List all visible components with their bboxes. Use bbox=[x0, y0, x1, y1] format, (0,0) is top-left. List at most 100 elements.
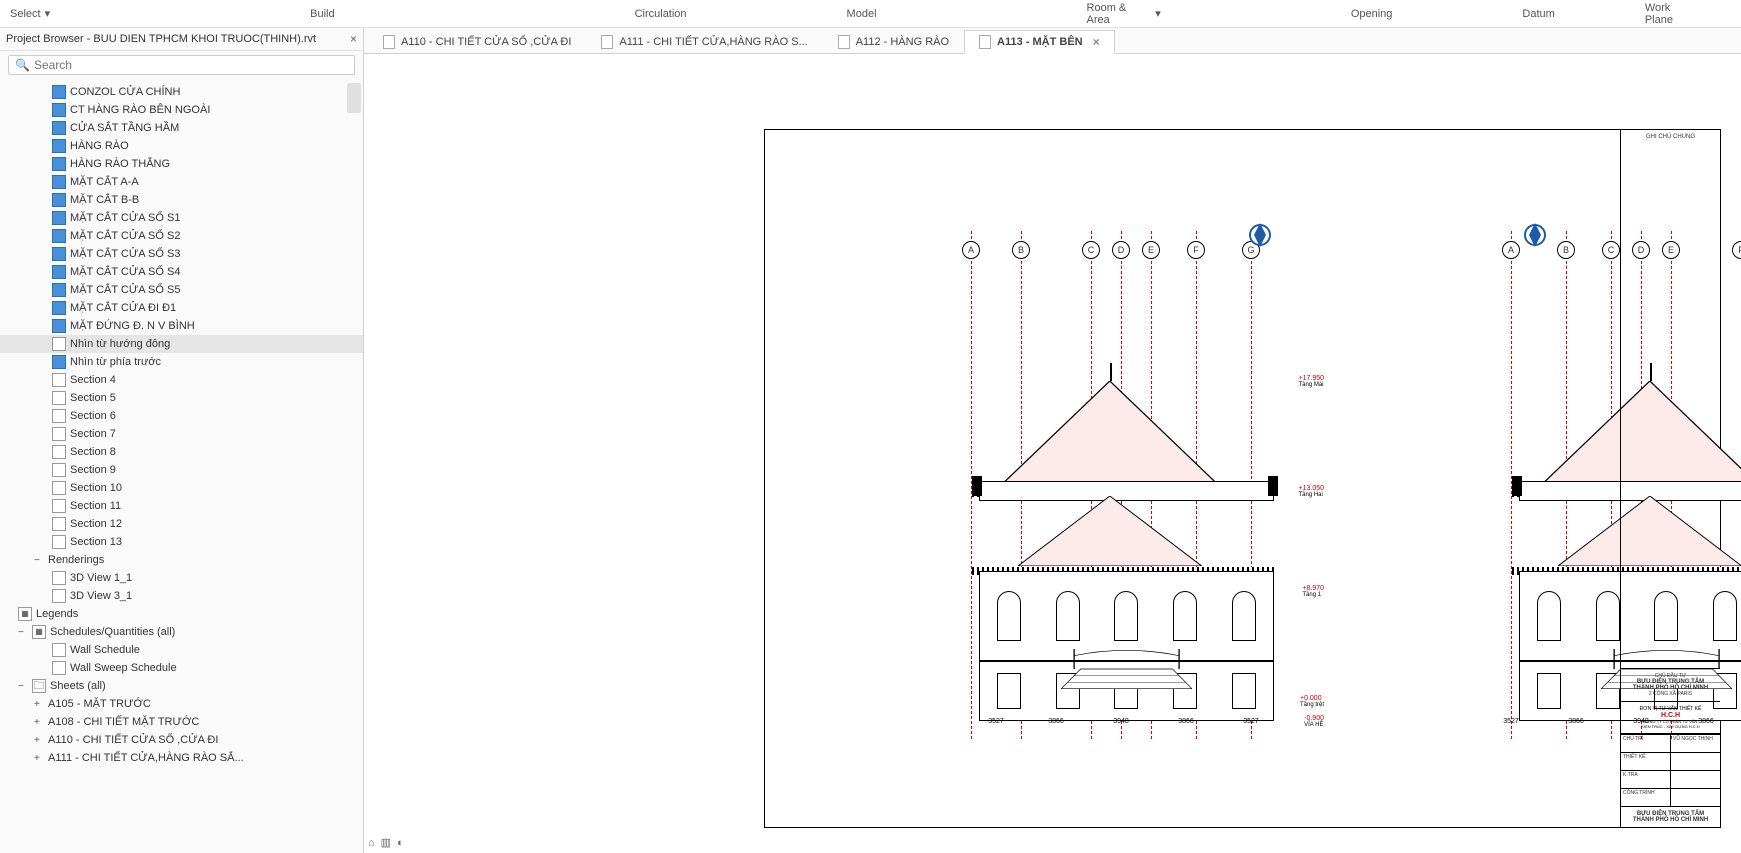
ribbon-room-area[interactable]: Room & Area▾ bbox=[917, 2, 1201, 26]
collapse-icon[interactable]: − bbox=[18, 627, 30, 638]
tree-item-view[interactable]: CT HÀNG RÀO BÊN NGOÀI bbox=[0, 101, 363, 119]
level-label[interactable]: +8.970Tầng 1 bbox=[1302, 585, 1324, 598]
tree-item-view[interactable]: MẶT CẮT CỬA SỔ S3 bbox=[0, 245, 363, 263]
tree-node-schedules[interactable]: − ▦ Schedules/Quantities (all) bbox=[0, 623, 363, 641]
visual-style-control[interactable]: ◐ bbox=[397, 837, 404, 849]
dimension-text[interactable]: 3948 bbox=[1113, 718, 1129, 725]
tree-item-view[interactable]: MẶT CẮT CỬA SỔ S2 bbox=[0, 227, 363, 245]
tree-item-view[interactable]: HÀNG RÀO bbox=[0, 137, 363, 155]
tree-item-view[interactable]: Section 9 bbox=[0, 461, 363, 479]
grid-bubble[interactable]: F bbox=[1732, 241, 1741, 259]
expand-icon[interactable]: + bbox=[34, 753, 46, 764]
tree-node-renderings[interactable]: − Renderings bbox=[0, 551, 363, 569]
tree-item-view[interactable]: Section 11 bbox=[0, 497, 363, 515]
tree-item-view[interactable]: Section 12 bbox=[0, 515, 363, 533]
tree-item-rendering[interactable]: 3D View 1_1 bbox=[0, 569, 363, 587]
tree-item-sheet[interactable]: +A105 - MẶT TRƯỚC bbox=[0, 695, 363, 713]
view-control-bar[interactable]: ⌂ ▥ ◐ bbox=[368, 836, 404, 849]
tree-item-rendering[interactable]: 3D View 3_1 bbox=[0, 587, 363, 605]
scrollbar-thumb[interactable] bbox=[347, 83, 361, 113]
search-input[interactable] bbox=[34, 58, 348, 72]
close-icon[interactable]: × bbox=[350, 32, 357, 46]
tree-item-view[interactable]: Section 8 bbox=[0, 443, 363, 461]
drawing-viewport[interactable]: ABCDEFG +17.950Tầng Mái+13.050Tầng Hai+8… bbox=[364, 54, 1741, 853]
tree-item-sheet[interactable]: +A111 - CHI TIẾT CỬA,HÀNG RÀO SẮ... bbox=[0, 749, 363, 767]
grid-bubble[interactable]: A bbox=[962, 241, 980, 259]
tree-node-legends[interactable]: ▦ Legends bbox=[0, 605, 363, 623]
ribbon-build[interactable]: Build bbox=[90, 8, 374, 20]
tree-item-view[interactable]: MẶT CẮT CỬA ĐI Đ1 bbox=[0, 299, 363, 317]
expand-icon[interactable]: + bbox=[34, 699, 46, 710]
tree-item-view[interactable]: MẶT CẮT CỬA SỔ S1 bbox=[0, 209, 363, 227]
tree-item-view[interactable]: Nhìn từ hướng đông bbox=[0, 335, 363, 353]
tree-item-view[interactable]: MẶT ĐỨNG Đ. N V BÌNH bbox=[0, 317, 363, 335]
tree-item-view[interactable]: Section 10 bbox=[0, 479, 363, 497]
ribbon-opening[interactable]: Opening bbox=[1201, 8, 1433, 20]
grid-bubble[interactable]: D bbox=[1112, 241, 1130, 259]
tree-item-view[interactable]: MẶT CẮT CỬA SỔ S4 bbox=[0, 263, 363, 281]
ribbon-work-plane[interactable]: Work Plane bbox=[1595, 2, 1741, 26]
arched-window bbox=[997, 591, 1021, 641]
dimension-text[interactable]: 3527 bbox=[1243, 718, 1259, 725]
tree-item-sheet[interactable]: +A108 - CHI TIẾT MẶT TRƯỚC bbox=[0, 713, 363, 731]
tree-item-label: Section 5 bbox=[70, 392, 116, 404]
grid-bubble[interactable]: C bbox=[1602, 241, 1620, 259]
tree-item-view[interactable]: CỬA SẮT TẦNG HẦM bbox=[0, 119, 363, 137]
schedule-icon bbox=[52, 661, 66, 675]
schedules-icon: ▦ bbox=[32, 625, 46, 639]
dimension-text[interactable]: 3527 bbox=[988, 718, 1004, 725]
ribbon-select[interactable]: Select▾ bbox=[0, 7, 90, 20]
tree-item-view[interactable]: MẶT CẮT B-B bbox=[0, 191, 363, 209]
collapse-icon[interactable]: − bbox=[34, 555, 46, 566]
view-tab[interactable]: A113 - MẶT BÊN× bbox=[964, 30, 1115, 54]
tree-item-view[interactable]: Section 5 bbox=[0, 389, 363, 407]
dimension-text[interactable]: 3866 bbox=[1048, 718, 1064, 725]
collapse-icon[interactable]: − bbox=[18, 681, 30, 692]
view-tab[interactable]: A111 - CHI TIẾT CỬA,HÀNG RÀO S... bbox=[586, 29, 822, 53]
dimension-text[interactable]: 3866 bbox=[1178, 718, 1194, 725]
close-icon[interactable]: × bbox=[1093, 35, 1100, 49]
level-label[interactable]: +0.000Tầng trệt bbox=[1300, 695, 1324, 708]
search-box[interactable]: 🔍 bbox=[8, 55, 355, 75]
dimension-text[interactable]: 3527 bbox=[1503, 718, 1519, 725]
view-icon bbox=[52, 391, 66, 405]
tree-item-view[interactable]: MẶT CẮT A-A bbox=[0, 173, 363, 191]
ribbon-model[interactable]: Model bbox=[727, 8, 917, 20]
tree-item-schedule[interactable]: Wall Schedule bbox=[0, 641, 363, 659]
level-label[interactable]: +17.950Tầng Mái bbox=[1299, 375, 1325, 388]
grid-bubble[interactable]: A bbox=[1502, 241, 1520, 259]
tree-item-view[interactable]: HÀNG RÀO THẲNG bbox=[0, 155, 363, 173]
scale-control[interactable]: ⌂ bbox=[368, 837, 375, 849]
section-marker[interactable] bbox=[1521, 221, 1549, 249]
view-tab[interactable]: A112 - HÀNG RÀO bbox=[823, 29, 964, 53]
expand-icon[interactable]: + bbox=[34, 717, 46, 728]
tree-item-view[interactable]: CONZOL CỬA CHÍNH bbox=[0, 83, 363, 101]
tree-item-label: Section 10 bbox=[70, 482, 122, 494]
grid-bubble[interactable]: B bbox=[1557, 241, 1575, 259]
grid-bubble[interactable]: F bbox=[1187, 241, 1205, 259]
elevation-view-east[interactable]: ABCDEFG +17.950Tầng Mái+13.050Tầng Hai+8… bbox=[865, 230, 1285, 740]
level-label[interactable]: -0.900VỈA HÈ bbox=[1304, 715, 1324, 728]
tree-item-label: Section 9 bbox=[70, 464, 116, 476]
tree-item-view[interactable]: MẶT CẮT CỬA SỔ S5 bbox=[0, 281, 363, 299]
ribbon-datum[interactable]: Datum bbox=[1432, 8, 1594, 20]
expand-icon[interactable]: + bbox=[34, 735, 46, 746]
detail-level-control[interactable]: ▥ bbox=[381, 836, 391, 849]
tree-item-schedule[interactable]: Wall Sweep Schedule bbox=[0, 659, 363, 677]
tree-item-view[interactable]: Section 7 bbox=[0, 425, 363, 443]
tree-item-view[interactable]: Section 13 bbox=[0, 533, 363, 551]
grid-bubble[interactable]: E bbox=[1142, 241, 1160, 259]
tree-item-view[interactable]: Nhìn từ phía trước bbox=[0, 353, 363, 371]
ribbon-circulation[interactable]: Circulation bbox=[375, 8, 727, 20]
tree-item-view[interactable]: Section 6 bbox=[0, 407, 363, 425]
project-browser-tree[interactable]: CONZOL CỬA CHÍNHCT HÀNG RÀO BÊN NGOÀICỬA… bbox=[0, 79, 363, 853]
tree-item-sheet[interactable]: +A110 - CHI TIẾT CỬA SỔ ,CỬA ĐI bbox=[0, 731, 363, 749]
dimension-text[interactable]: 3866 bbox=[1568, 718, 1584, 725]
view-tab[interactable]: A110 - CHI TIẾT CỬA SỔ ,CỬA ĐI bbox=[368, 29, 586, 53]
grid-bubble[interactable]: B bbox=[1012, 241, 1030, 259]
tree-item-view[interactable]: Section 4 bbox=[0, 371, 363, 389]
tree-node-sheets[interactable]: − 🗀 Sheets (all) bbox=[0, 677, 363, 695]
section-marker[interactable] bbox=[1246, 221, 1274, 249]
grid-bubble[interactable]: C bbox=[1082, 241, 1100, 259]
level-label[interactable]: +13.050Tầng Hai bbox=[1299, 485, 1325, 498]
